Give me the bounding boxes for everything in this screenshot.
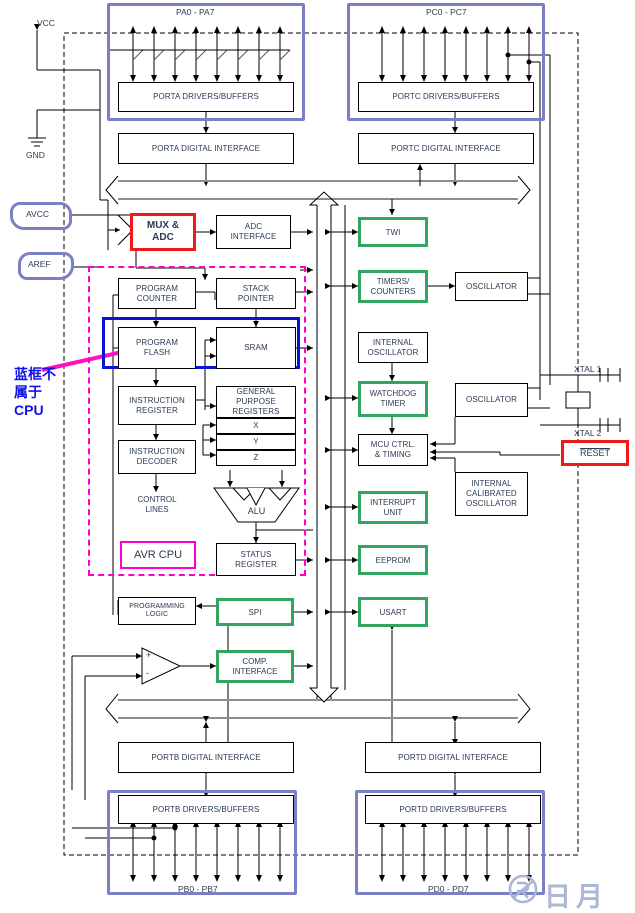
portb-pins-label: PB0 - PB7: [178, 884, 218, 894]
adc-interface-line1: ADC: [244, 222, 263, 231]
program-counter-block: PROGRAM COUNTER: [118, 278, 196, 309]
program-flash-line2: FLASH: [143, 348, 171, 357]
register-z-block: Z: [216, 450, 296, 466]
internal-cal-osc-line3: OSCILLATOR: [466, 499, 517, 508]
mcu-ctrl-line1: MCU CTRL.: [370, 440, 416, 449]
avr-block-diagram: VCC GND AVCC AREF PA0 - PA7 PC0 - PC7 PB…: [0, 0, 635, 913]
reset-label: RESET: [579, 448, 610, 458]
reset-block: RESET: [561, 440, 629, 466]
gp-registers-line3: REGISTERS: [232, 407, 280, 416]
program-flash-block: PROGRAM FLASH: [118, 327, 196, 369]
gp-registers-line1: GENERAL: [236, 387, 276, 396]
register-x-block: X: [216, 418, 296, 434]
spi-block: SPI: [216, 598, 294, 626]
porta-drivers-block: PORTA DRIVERS/BUFFERS: [118, 82, 294, 112]
control-lines-line2: LINES: [145, 505, 169, 514]
status-register-line2: REGISTER: [235, 559, 277, 569]
internal-cal-osc-line1: INTERNAL: [471, 479, 512, 488]
portc-digital-interface-block: PORTC DIGITAL INTERFACE: [358, 133, 534, 164]
aref-label: AREF: [28, 259, 51, 269]
instruction-decoder-line1: INSTRUCTION: [129, 447, 185, 456]
program-counter-line2: COUNTER: [136, 293, 178, 303]
alu-label: ALU: [247, 506, 266, 516]
porta-digital-interface-block: PORTA DIGITAL INTERFACE: [118, 133, 294, 164]
xtal1-label: XTAL 1: [574, 364, 602, 374]
annotation-note-line2: 属于: [14, 384, 42, 400]
adc-interface-line2: INTERFACE: [230, 232, 277, 241]
oscillator-top-block: OSCILLATOR: [455, 272, 528, 301]
portc-drivers-block: PORTC DRIVERS/BUFFERS: [358, 82, 534, 112]
timers-counters-line1: TIMERS/: [376, 276, 410, 286]
programming-logic-line2: LOGIC: [145, 611, 169, 618]
xtal2-label: XTAL 2: [574, 428, 602, 438]
mux-adc-line1: MUX &: [146, 220, 180, 231]
control-lines-line1: CONTROL: [137, 495, 177, 504]
alu-block: ALU: [213, 487, 300, 523]
gp-registers-line2: PURPOSE: [236, 397, 276, 406]
stack-pointer-line1: STACK: [242, 283, 270, 293]
timers-counters-line2: COUNTERS: [370, 286, 416, 296]
instruction-register-block: INSTRUCTION REGISTER: [118, 386, 196, 425]
programming-logic-block: PROGRAMMING LOGIC: [118, 597, 196, 625]
watchdog-timer-block: WATCHDOG TIMER: [358, 381, 428, 417]
instruction-decoder-block: INSTRUCTION DECODER: [118, 440, 196, 474]
internal-oscillator-line1: INTERNAL: [372, 337, 414, 347]
sram-block: SRAM: [216, 327, 296, 369]
porta-pins-label: PA0 - PA7: [176, 7, 215, 17]
stack-pointer-line2: POINTER: [237, 293, 275, 303]
register-y-block: Y: [216, 434, 296, 450]
general-purpose-registers-block: GENERAL PURPOSE REGISTERS: [216, 386, 296, 418]
eeprom-block: EEPROM: [358, 545, 428, 575]
watermark-text: 日月辰: [544, 882, 608, 912]
twi-block: TWI: [358, 217, 428, 247]
program-flash-line1: PROGRAM: [135, 338, 179, 347]
mux-adc-block: MUX & ADC: [130, 213, 196, 251]
gnd-label: GND: [26, 150, 45, 160]
internal-calibrated-oscillator-block: INTERNAL CALIBRATED OSCILLATOR: [455, 472, 528, 516]
internal-cal-osc-line2: CALIBRATED: [466, 489, 517, 498]
portb-drivers-block: PORTB DRIVERS/BUFFERS: [118, 795, 294, 824]
comp-interface-block: COMP. INTERFACE: [216, 650, 294, 683]
vcc-label: VCC: [37, 18, 55, 28]
adc-interface-block: ADC INTERFACE: [216, 215, 291, 249]
status-register-line1: STATUS: [240, 549, 272, 559]
annotation-note-line3: CPU: [14, 402, 44, 418]
mcu-ctrl-line2: & TIMING: [374, 450, 412, 459]
interrupt-unit-block: INTERRUPT UNIT: [358, 491, 428, 524]
portc-pins-label: PC0 - PC7: [426, 7, 467, 17]
comparator-plus-label: +: [146, 650, 152, 660]
usart-block: USART: [358, 597, 428, 627]
status-register-block: STATUS REGISTER: [216, 543, 296, 576]
annotation-note-line1: 蓝框不: [14, 366, 56, 382]
interrupt-unit-line1: INTERRUPT: [370, 497, 416, 507]
program-counter-line1: PROGRAM: [135, 283, 179, 293]
stack-pointer-block: STACK POINTER: [216, 278, 296, 309]
avcc-label: AVCC: [26, 209, 49, 219]
portd-digital-interface-block: PORTD DIGITAL INTERFACE: [365, 742, 541, 773]
watchdog-timer-line1: WATCHDOG: [369, 389, 417, 398]
internal-oscillator-line2: OSCILLATOR: [367, 347, 419, 357]
oscillator-xtal-block: OSCILLATOR: [455, 383, 528, 417]
control-lines-label: CONTROL LINES: [118, 491, 196, 519]
comp-interface-line2: INTERFACE: [232, 666, 278, 676]
programming-logic-line1: PROGRAMMING: [129, 602, 185, 610]
comparator-minus-label: -: [146, 668, 149, 678]
comp-interface-line1: COMP.: [242, 656, 268, 666]
portd-drivers-block: PORTD DRIVERS/BUFFERS: [365, 795, 541, 824]
mux-adc-line2: ADC: [152, 232, 174, 243]
instruction-register-line1: INSTRUCTION: [129, 395, 185, 405]
interrupt-unit-line2: UNIT: [383, 507, 403, 517]
watermark-logo-icon: [508, 874, 538, 904]
portb-digital-interface-block: PORTB DIGITAL INTERFACE: [118, 742, 294, 773]
internal-oscillator-block: INTERNAL OSCILLATOR: [358, 332, 428, 363]
avr-cpu-label-box: AVR CPU: [120, 541, 196, 569]
mcu-ctrl-timing-block: MCU CTRL. & TIMING: [358, 434, 428, 466]
timers-counters-block: TIMERS/ COUNTERS: [358, 270, 428, 303]
watchdog-timer-line2: TIMER: [380, 399, 406, 408]
instruction-decoder-line2: DECODER: [136, 457, 178, 466]
portd-pins-label: PD0 - PD7: [428, 884, 469, 894]
instruction-register-line2: REGISTER: [136, 405, 178, 415]
